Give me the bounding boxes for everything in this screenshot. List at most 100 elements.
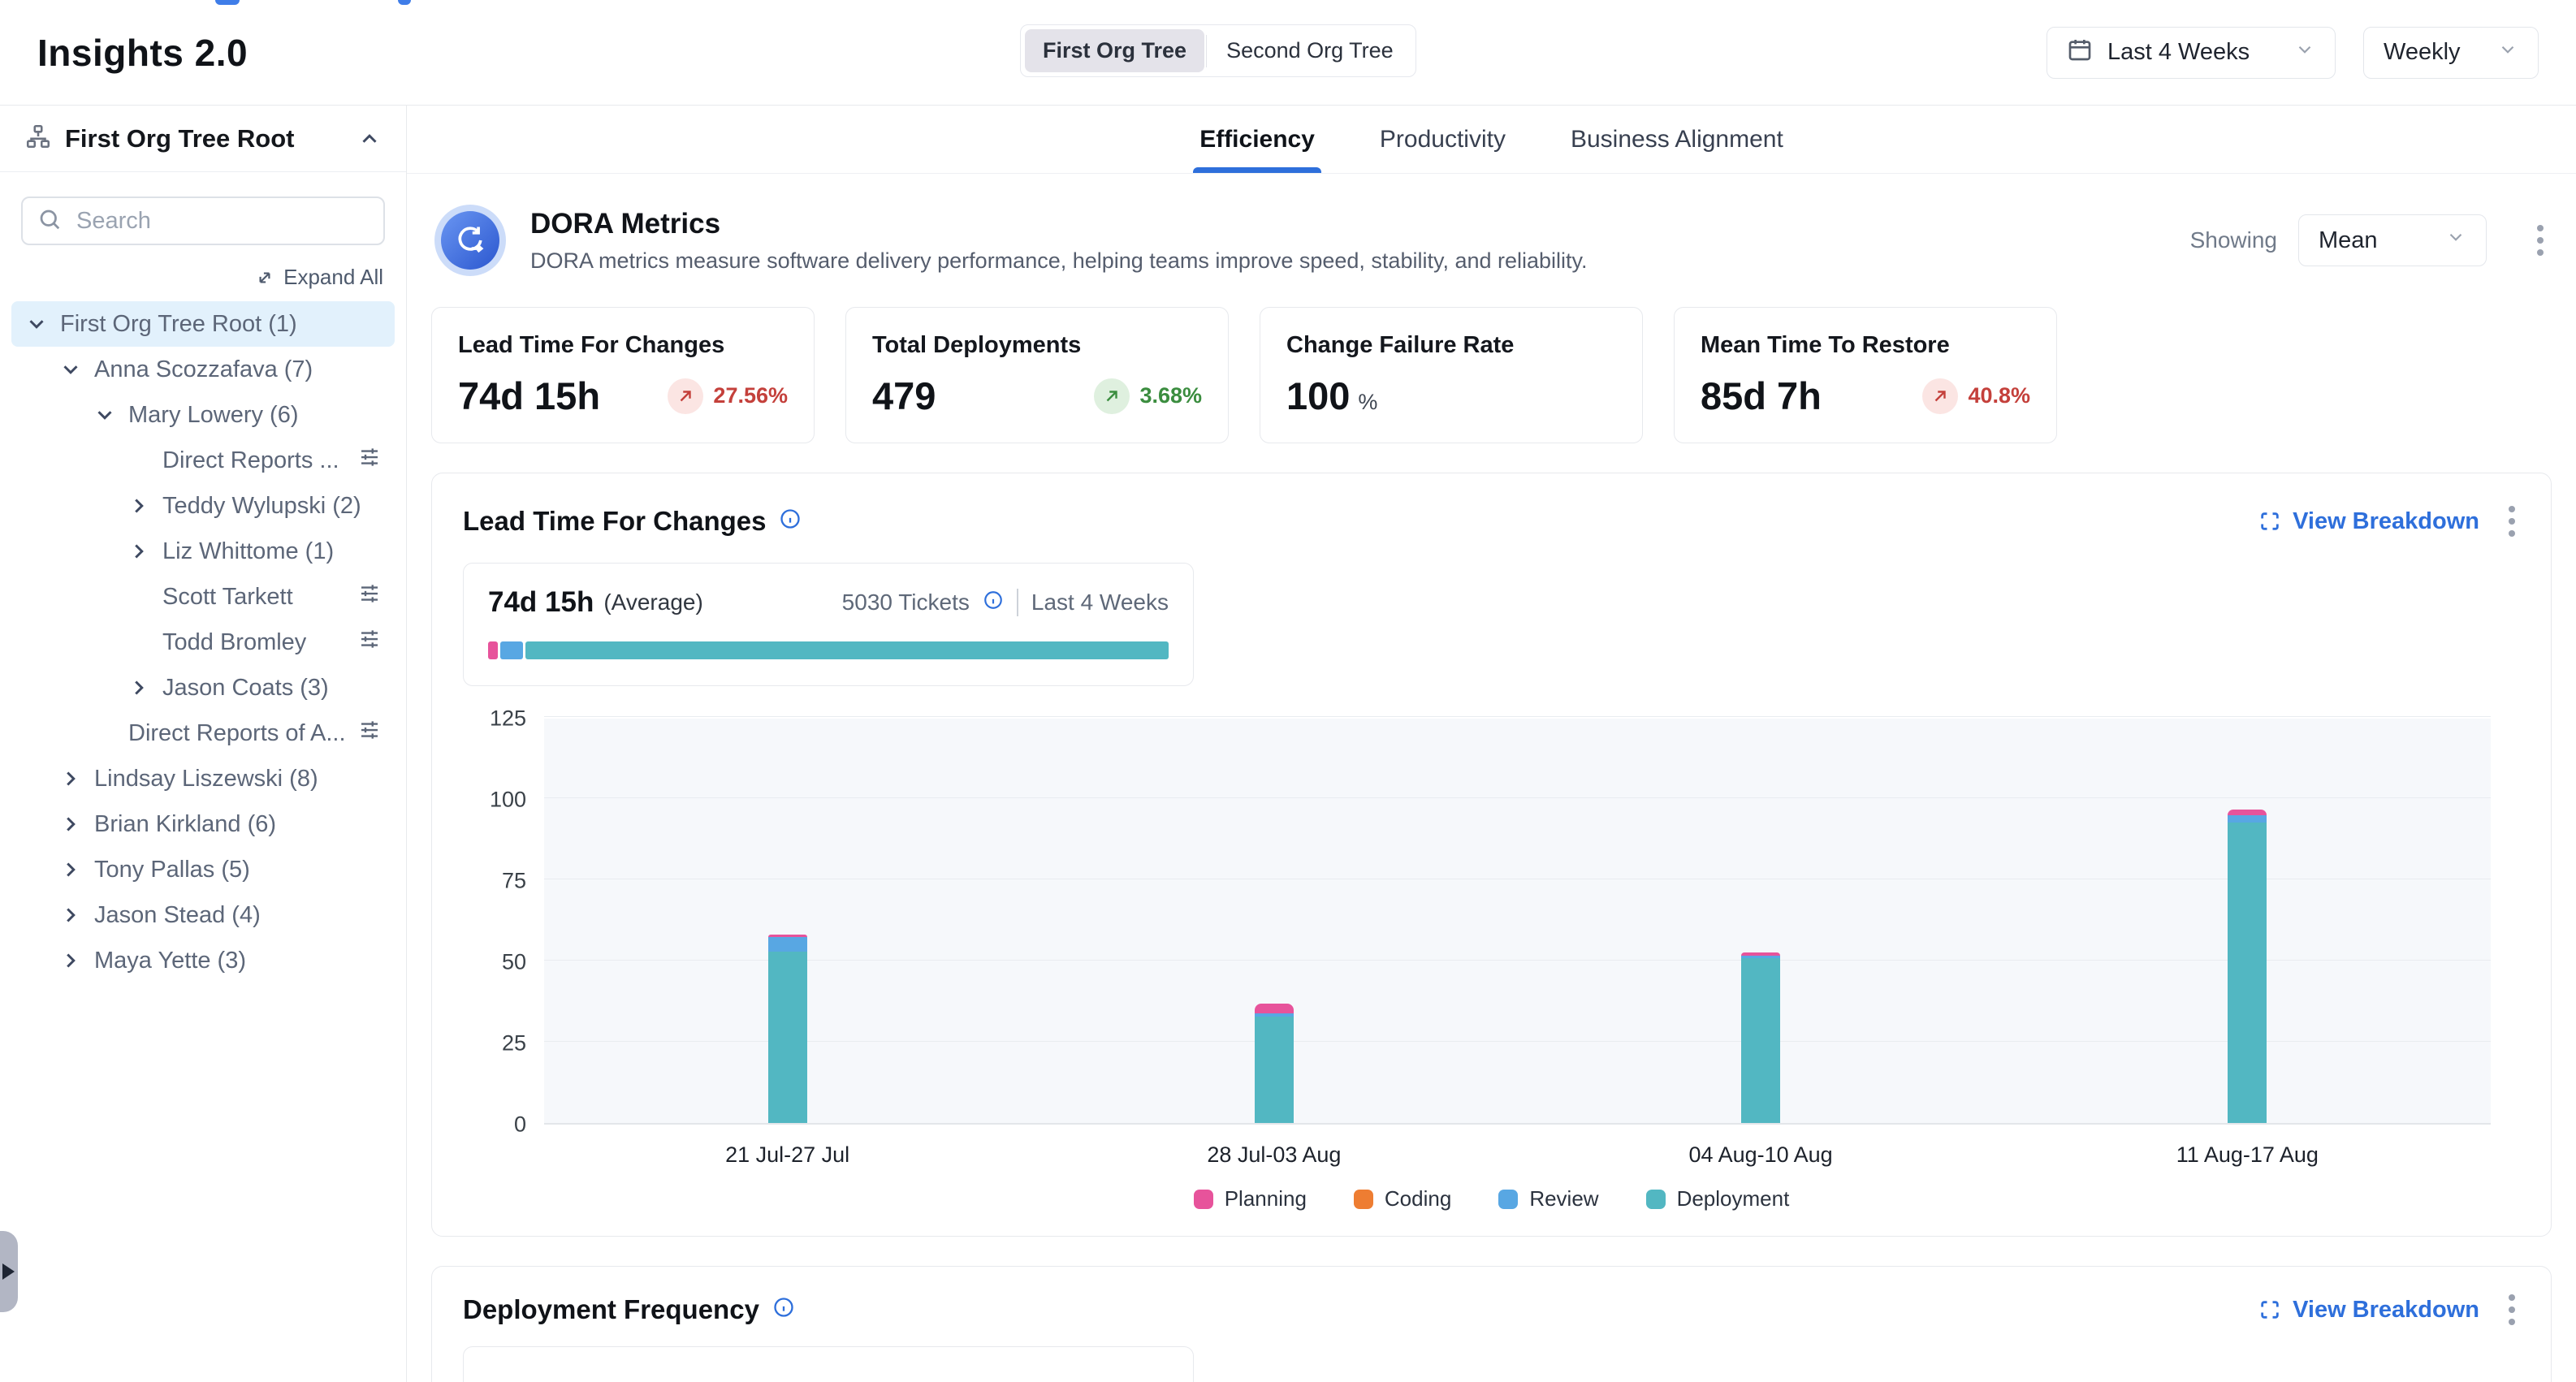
filter-settings-icon[interactable] — [357, 581, 382, 612]
tree-item[interactable]: Jason Stead (4) — [11, 892, 395, 938]
chevron-right-icon[interactable] — [58, 812, 83, 836]
stacked-bar[interactable] — [768, 719, 807, 1123]
chevron-down-icon[interactable] — [58, 357, 83, 382]
stacked-bar[interactable] — [1255, 719, 1294, 1123]
legend-item-planning[interactable]: Planning — [1194, 1186, 1307, 1211]
tree-item[interactable]: Direct Reports of A... — [11, 710, 395, 756]
expand-view-icon — [2258, 1298, 2281, 1321]
org-tab-second[interactable]: Second Org Tree — [1208, 29, 1411, 72]
filter-settings-icon[interactable] — [357, 445, 382, 476]
tree-item[interactable]: Direct Reports ... — [11, 438, 395, 483]
expand-all-icon — [254, 267, 275, 288]
chart-legend: Planning Coding Review Deployment — [463, 1186, 2520, 1211]
metric-value: 100 — [1286, 374, 1350, 417]
tree-item-label: Todd Bromley — [162, 629, 306, 656]
view-breakdown-link[interactable]: View Breakdown — [2258, 1297, 2479, 1324]
bar-segment-deployment — [768, 952, 807, 1123]
tree-item[interactable]: Tony Pallas (5) — [11, 847, 395, 892]
granularity-select[interactable]: Weekly — [2363, 27, 2539, 79]
granularity-value: Weekly — [2384, 39, 2497, 66]
dora-header: DORA Metrics DORA metrics measure softwa… — [434, 205, 2548, 276]
legend-item-deployment[interactable]: Deployment — [1646, 1186, 1790, 1211]
tree-item-root[interactable]: First Org Tree Root (1) — [11, 301, 395, 347]
tree-item-label: First Org Tree Root (1) — [60, 311, 297, 338]
stacked-bar[interactable] — [1741, 719, 1780, 1123]
chevron-right-icon[interactable] — [127, 676, 151, 700]
deployment-frequency-panel: Deployment Frequency View Breakdown — [431, 1266, 2552, 1382]
tree-item[interactable]: Todd Bromley — [11, 620, 395, 665]
lead-time-kebab-menu[interactable] — [2504, 501, 2520, 542]
legend-label: Review — [1529, 1186, 1598, 1211]
metric-value: 74d 15h — [458, 374, 600, 418]
chevron-down-icon[interactable] — [24, 312, 49, 336]
showing-select[interactable]: Mean — [2298, 214, 2487, 266]
tree-search[interactable] — [21, 197, 385, 245]
metric-card-change-failure-rate: Change Failure Rate 100% — [1260, 307, 1643, 443]
chevron-right-icon[interactable] — [127, 494, 151, 518]
org-chart-icon — [24, 123, 52, 154]
gridline — [544, 797, 2491, 798]
expand-all-button[interactable]: Expand All — [0, 250, 406, 300]
tab-efficiency[interactable]: Efficiency — [1193, 106, 1321, 173]
tree-item-label: Lindsay Liszewski (8) — [94, 766, 318, 792]
metric-title: Mean Time To Restore — [1701, 332, 2030, 359]
metric-delta: 3.68% — [1094, 378, 1202, 414]
metric-card-lead-time: Lead Time For Changes 74d 15h 27.56% — [431, 307, 815, 443]
chevron-right-icon[interactable] — [58, 903, 83, 927]
tree-item[interactable]: Jason Coats (3) — [11, 665, 395, 710]
tree-item[interactable]: Brian Kirkland (6) — [11, 801, 395, 847]
tree-item[interactable]: Scott Tarkett — [11, 574, 395, 620]
legend-item-coding[interactable]: Coding — [1354, 1186, 1451, 1211]
metric-delta: 40.8% — [1922, 378, 2030, 414]
info-icon[interactable] — [772, 1294, 795, 1325]
org-tab-first[interactable]: First Org Tree — [1025, 29, 1204, 72]
chevron-down-icon[interactable] — [93, 403, 117, 427]
chevron-right-icon[interactable] — [58, 948, 83, 973]
chevron-right-icon[interactable] — [127, 539, 151, 564]
tree-item[interactable]: Lindsay Liszewski (8) — [11, 756, 395, 801]
tree-item[interactable]: Maya Yette (3) — [11, 938, 395, 983]
top-edge-artifact — [215, 0, 240, 5]
search-icon — [37, 207, 62, 235]
y-tick-label: 0 — [514, 1112, 526, 1138]
tree-item[interactable]: Anna Scozzafava (7) — [11, 347, 395, 392]
tree-item[interactable]: Mary Lowery (6) — [11, 392, 395, 438]
tab-business-alignment[interactable]: Business Alignment — [1564, 106, 1790, 173]
metric-unit: % — [1358, 390, 1377, 414]
collapse-panel-chevron-icon[interactable] — [357, 127, 382, 151]
org-tree-switcher: First Org Tree Second Org Tree — [1020, 24, 1416, 77]
phase-distribution-bar — [488, 641, 1169, 659]
chevron-right-icon[interactable] — [58, 767, 83, 791]
deployment-kebab-menu[interactable] — [2504, 1289, 2520, 1330]
deployment-frequency-title: Deployment Frequency — [463, 1294, 759, 1325]
chevron-right-icon[interactable] — [58, 857, 83, 882]
filter-settings-icon[interactable] — [357, 718, 382, 749]
view-breakdown-link[interactable]: View Breakdown — [2258, 508, 2479, 535]
bar-segment-review — [2228, 815, 2267, 823]
tree-item-label: Anna Scozzafava (7) — [94, 356, 313, 383]
lead-time-panel: Lead Time For Changes View Breakdown — [431, 473, 2552, 1237]
metric-value: 479 — [872, 374, 936, 418]
filter-settings-icon[interactable] — [357, 627, 382, 658]
stacked-bar[interactable] — [2228, 719, 2267, 1123]
lead-time-summary-card: 74d 15h (Average) 5030 Tickets Last 4 We… — [463, 563, 1194, 686]
legend-item-review[interactable]: Review — [1498, 1186, 1598, 1211]
tree-item[interactable]: Teddy Wylupski (2) — [11, 483, 395, 529]
bar-segment-deployment — [1741, 958, 1780, 1123]
info-icon[interactable] — [779, 506, 802, 537]
expand-all-label: Expand All — [283, 265, 383, 290]
search-input[interactable] — [75, 207, 369, 235]
info-icon[interactable] — [983, 590, 1004, 616]
tab-productivity[interactable]: Productivity — [1373, 106, 1512, 173]
tree-item-label: Liz Whittome (1) — [162, 538, 334, 565]
tree-item[interactable]: Liz Whittome (1) — [11, 529, 395, 574]
bar-segment-review — [768, 937, 807, 952]
org-tab-divider — [1206, 35, 1207, 67]
legend-swatch — [1194, 1190, 1213, 1209]
dora-kebab-menu[interactable] — [2532, 220, 2548, 261]
legend-label: Coding — [1385, 1186, 1451, 1211]
summary-tickets: 5030 Tickets — [842, 590, 970, 615]
date-range-select[interactable]: Last 4 Weeks — [2047, 27, 2336, 79]
view-breakdown-label: View Breakdown — [2293, 508, 2479, 535]
sidebar-collapse-handle[interactable] — [0, 1231, 18, 1312]
